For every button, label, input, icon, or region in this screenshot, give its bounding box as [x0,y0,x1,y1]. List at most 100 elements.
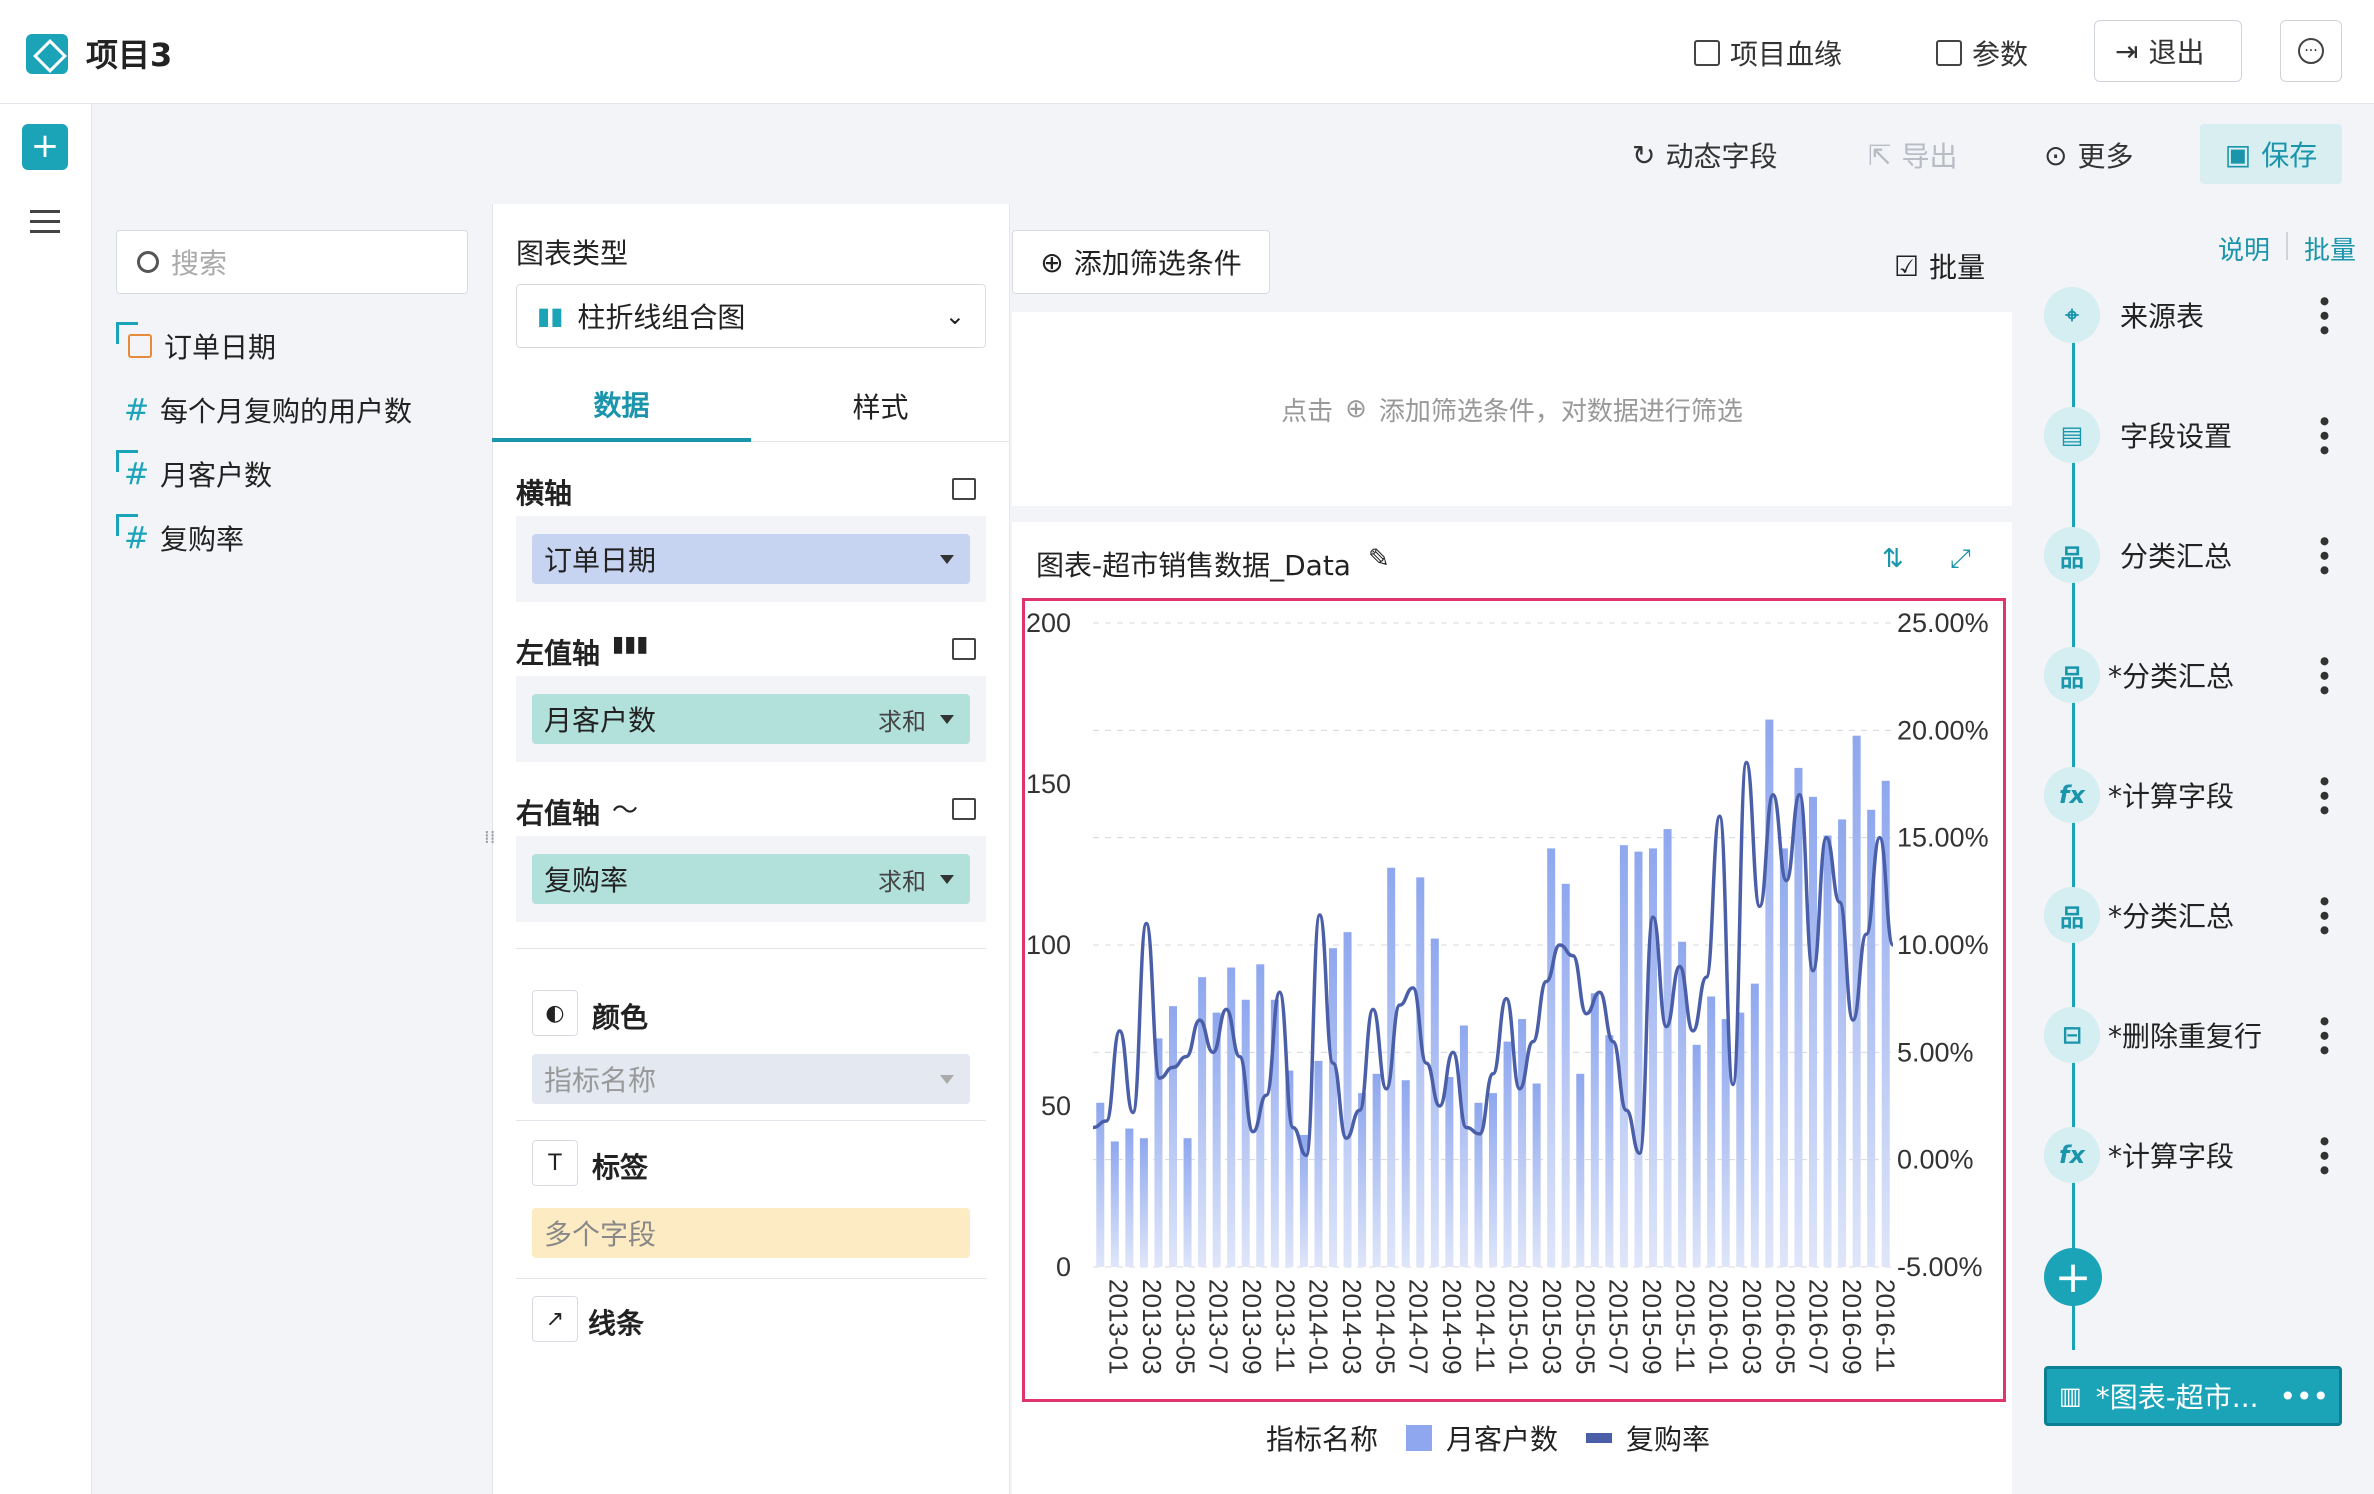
hierarchy-icon: 品 [2044,527,2100,583]
lineage-button[interactable]: 项目血缘 [1694,28,1842,78]
number-icon: # [124,392,150,428]
kebab-menu-icon[interactable]: ••• [2307,1013,2340,1057]
exit-button[interactable]: ⇥ 退出 [2094,20,2242,82]
node-label: 分类汇总 [2120,540,2233,573]
hint-prefix: 点击 [1281,396,1334,427]
left-axis-field-pill[interactable]: 月客户数 求和 [532,694,970,744]
resize-handle[interactable]: ⁞⁞ [484,829,496,868]
pipeline-node-chart-active[interactable]: ▥ *图表-超市... ••• [2044,1366,2342,1426]
line-style-icon: ↗ [532,1296,578,1342]
y-right-tick: 10.00% [1897,930,1989,960]
node-label: *计算字段 [2108,1140,2235,1173]
save-button[interactable]: ▣ 保存 [2200,124,2342,184]
kebab-menu-icon[interactable]: ••• [2307,773,2340,817]
x-tick: 2014-07 [1404,1279,1434,1374]
legend-line-label[interactable]: 复购率 [1626,1418,1710,1458]
x-tick: 2014-09 [1437,1279,1467,1374]
kebab-menu-icon[interactable]: ••• [2307,413,2340,457]
kebab-menu-icon[interactable]: ••• [2307,653,2340,697]
clear-icon[interactable] [952,638,976,660]
bar [1605,1035,1614,1267]
tag-field-drop[interactable]: 多个字段 [532,1208,970,1258]
bar [1823,835,1832,1267]
kebab-menu-icon[interactable]: ••• [2307,533,2340,577]
project-title: 项目3 [86,36,173,74]
export-button[interactable]: ⇱ 导出 [1868,130,1957,180]
y-right-tick: 15.00% [1897,823,1989,853]
field-search-input[interactable]: 搜索 [116,230,468,294]
x-axis-field-pill[interactable]: 订单日期 [532,534,970,584]
more-button[interactable]: ⊙ 更多 [2044,130,2133,180]
add-icon[interactable]: + [22,124,68,170]
filter-hint-area[interactable]: 点击 ⊕ 添加筛选条件，对数据进行筛选 [1012,312,2012,506]
x-tick: 2016-07 [1804,1279,1834,1374]
edit-pencil-icon[interactable]: ✎ [1368,544,1390,574]
color-field-select[interactable]: 指标名称 [532,1054,970,1104]
pipeline-node-calc-2[interactable]: fx *计算字段 ••• [2044,1122,2340,1188]
bar [1329,948,1337,1267]
bar [1125,1128,1134,1267]
caret-down-icon[interactable] [940,554,954,564]
kebab-menu-icon[interactable]: ••• [2279,1380,2329,1413]
field-label: 复购率 [160,523,245,556]
x-tick: 2015-11 [1670,1279,1700,1373]
outline-icon[interactable] [30,210,60,238]
x-tick: 2016-01 [1704,1279,1734,1374]
x-tick: 2016-09 [1837,1279,1867,1374]
chart-type-select[interactable]: ▮▮ 柱折线组合图 ⌄ [516,284,986,348]
bar [1576,1073,1585,1267]
save-label: 保存 [2261,139,2318,172]
bar [1649,848,1657,1267]
x-tick: 2013-03 [1137,1279,1167,1374]
hierarchy-icon: 品 [2044,887,2100,943]
expand-icon[interactable]: ⤢ [1950,544,1971,575]
kebab-menu-icon[interactable]: ••• [2307,1133,2340,1177]
dedupe-icon: ⊟ [2044,1007,2100,1063]
combo-chart: 0 50 100 150 200 -5.00% 0.00% 5.00% 10.00% 15.00… [1026,608,1989,1374]
pipeline-node-dedupe[interactable]: ⊟ *删除重复行 ••• [2044,1002,2340,1068]
y-right-tick: 5.00% [1897,1037,1974,1067]
clear-icon[interactable] [952,798,976,820]
pipeline-node-group-3[interactable]: 品 *分类汇总 ••• [2044,882,2340,948]
params-label: 参数 [1972,38,2029,71]
formula-icon: fx [2044,767,2100,823]
pill-label: 复购率 [544,864,629,897]
tab-data[interactable]: 数据 [492,370,751,442]
caret-down-icon[interactable] [940,874,954,884]
params-button[interactable]: 参数 [1936,28,2028,78]
node-label: 来源表 [2120,300,2205,333]
field-item-repeat-users[interactable]: # 每个月复购的用户数 [116,388,412,432]
field-item-monthly-customers[interactable]: # 月客户数 [116,450,272,496]
kebab-menu-icon[interactable]: ••• [2307,893,2340,937]
explain-link[interactable]: 说明 [2218,230,2270,267]
x-tick: 2016-05 [1770,1279,1800,1374]
y-left-tick: 100 [1026,930,1071,960]
y-right-tick: 0.00% [1897,1145,1974,1175]
more-options-button[interactable]: ··· [2280,20,2342,82]
kebab-menu-icon[interactable]: ••• [2307,293,2340,337]
dynamic-field-button[interactable]: ↻ 动态字段 [1632,130,1777,180]
batch-filter-button[interactable]: ☑ 批量 [1894,246,1985,286]
node-label: *删除重复行 [2108,1020,2263,1053]
pipeline-node-calc[interactable]: fx *计算字段 ••• [2044,762,2340,828]
bar [1663,829,1672,1267]
add-node-icon[interactable]: + [2044,1248,2102,1306]
pipeline-node-group-2[interactable]: 品 *分类汇总 ••• [2044,642,2340,708]
bar [1518,1019,1527,1267]
sort-icon[interactable]: ⇅ [1882,544,1904,574]
add-filter-button[interactable]: ⊕ 添加筛选条件 [1012,230,1270,294]
right-axis-field-pill[interactable]: 复购率 求和 [532,854,970,904]
tab-style[interactable]: 样式 [751,370,1010,442]
chart-type-label: 图表类型 [516,237,629,270]
field-item-order-date[interactable]: 订单日期 [116,322,276,368]
caret-down-icon[interactable] [940,714,954,724]
pipeline-node-group[interactable]: 品 分类汇总 ••• [2044,522,2340,588]
checked-mark-icon [116,450,138,472]
pipeline-node-source[interactable]: ⌖ 来源表 ••• [2044,282,2340,348]
batch-link[interactable]: 批量 [2304,230,2356,267]
field-item-repurchase-rate[interactable]: # 复购率 [116,514,245,560]
x-tick: 2016-11 [1870,1279,1900,1373]
pipeline-node-field-settings[interactable]: ▤ 字段设置 ••• [2044,402,2340,468]
clear-icon[interactable] [952,478,976,500]
legend-bar-label[interactable]: 月客户数 [1446,1418,1558,1458]
